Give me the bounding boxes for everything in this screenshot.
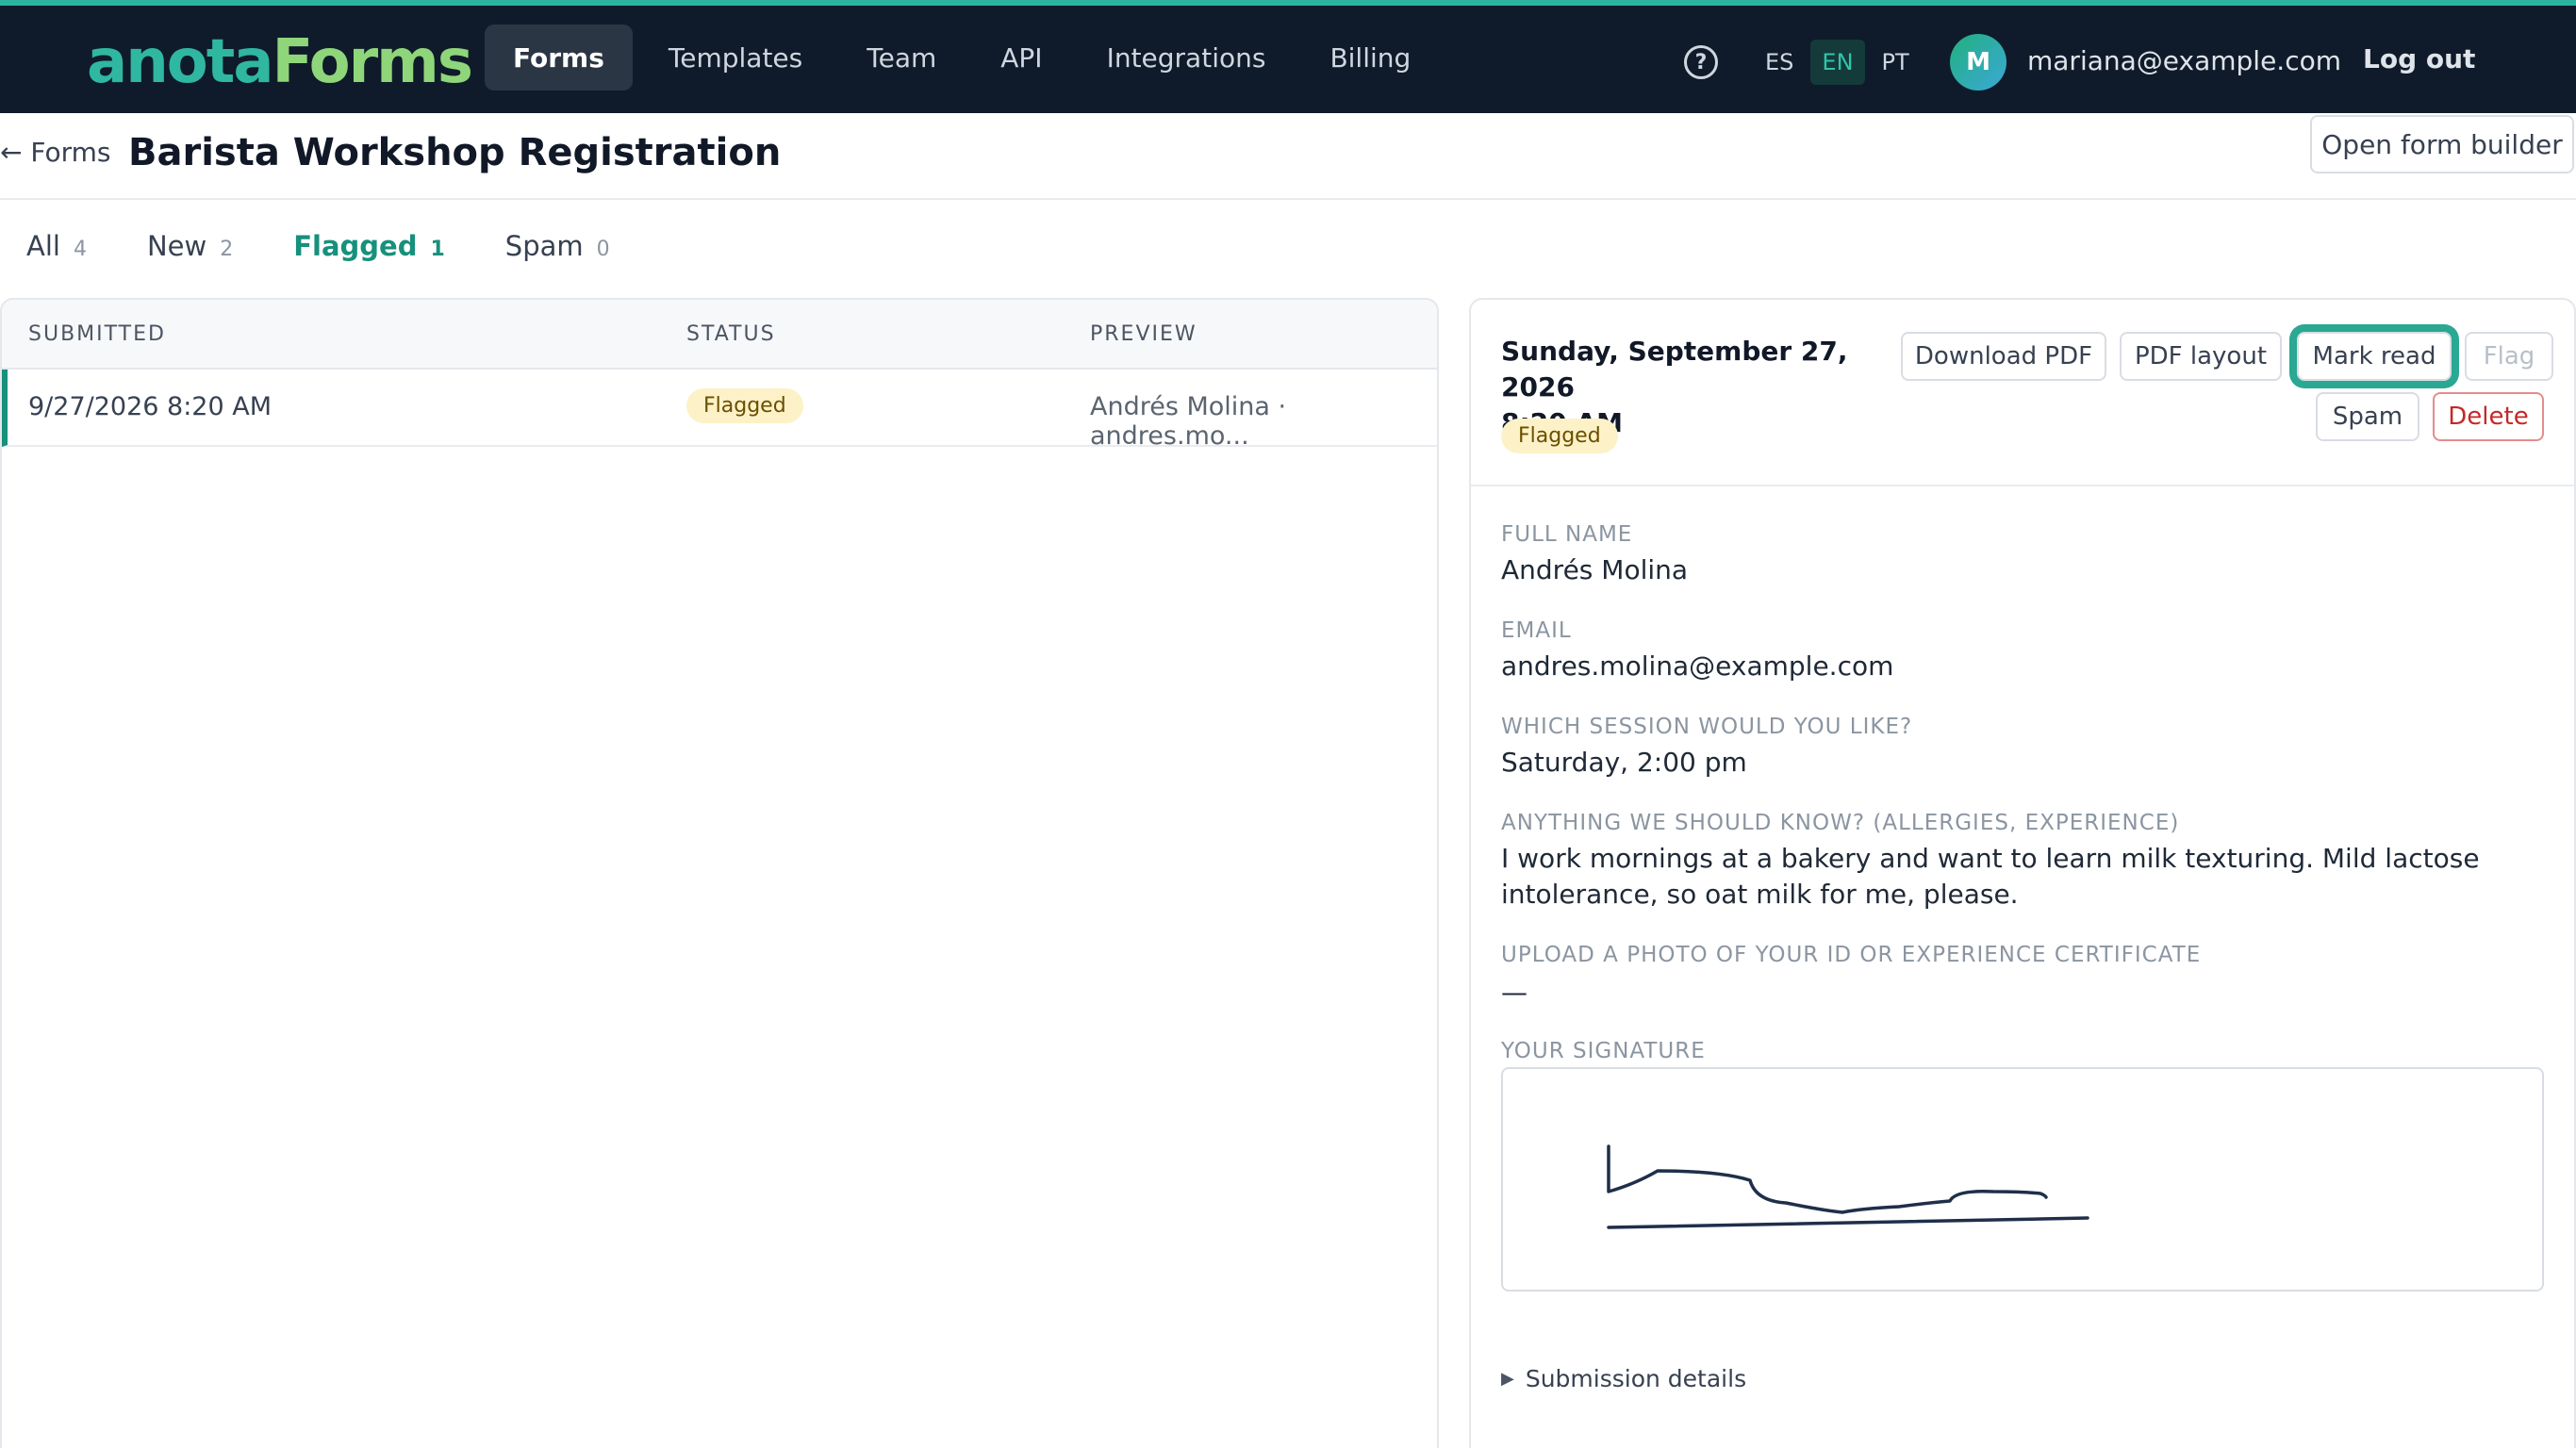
status-badge: Flagged: [1501, 419, 1618, 453]
tab-label: Spam: [504, 230, 584, 262]
language-switcher: ES EN PT: [1754, 40, 1921, 85]
status-badge: Flagged: [686, 388, 803, 423]
tab-label: New: [146, 230, 207, 262]
filter-tabs: All 4 New 2 Flagged 1 Spam 0: [26, 230, 610, 262]
download-pdf-button[interactable]: Download PDF: [1901, 332, 2106, 381]
flag-button[interactable]: Flag: [2465, 332, 2553, 381]
preview-cell: Andrés Molina · andres.mo...: [1090, 392, 1287, 451]
field-label-signature: YOUR SIGNATURE: [1501, 1039, 1706, 1063]
nav-billing[interactable]: Billing: [1301, 25, 1439, 90]
nav-api[interactable]: API: [972, 25, 1070, 90]
delete-button[interactable]: Delete: [2433, 392, 2544, 441]
disclosure-triangle-icon: ▶: [1501, 1369, 1514, 1389]
tab-label: All: [26, 230, 60, 262]
avatar[interactable]: M: [1950, 34, 2006, 90]
submission-detail-panel: Sunday, September 27, 2026 8:20 AM Flagg…: [1469, 298, 2576, 1448]
tab-count: 1: [430, 238, 445, 261]
submission-details-toggle[interactable]: ▶ Submission details: [1501, 1365, 1746, 1392]
user-email: mariana@example.com: [2027, 45, 2342, 76]
table-header: SUBMITTED STATUS PREVIEW: [2, 300, 1437, 370]
column-preview[interactable]: PREVIEW: [1090, 322, 1197, 346]
detail-status: Flagged: [1501, 419, 1618, 453]
logout-button[interactable]: Log out: [2363, 43, 2475, 74]
lang-pt[interactable]: PT: [1871, 40, 1921, 85]
signature-box: [1501, 1067, 2544, 1292]
field-label-session: WHICH SESSION WOULD YOU LIKE?: [1501, 715, 1913, 739]
field-value-full-name: Andrés Molina: [1501, 554, 1689, 585]
pdf-layout-button[interactable]: PDF layout: [2120, 332, 2282, 381]
field-value-upload: —: [1501, 977, 1527, 1008]
nav-templates[interactable]: Templates: [640, 25, 831, 90]
question-circle-icon[interactable]: ?: [1684, 45, 1718, 79]
field-value-session: Saturday, 2:00 pm: [1501, 747, 1747, 778]
tab-all[interactable]: All 4: [26, 230, 87, 262]
nav-team[interactable]: Team: [838, 25, 965, 90]
brand-logo-part2: Forms: [272, 27, 473, 97]
submitted-cell: 9/27/2026 8:20 AM: [28, 392, 272, 421]
tab-count: 0: [596, 238, 610, 261]
lang-en[interactable]: EN: [1810, 40, 1865, 85]
tab-count: 2: [220, 238, 234, 261]
divider: [1471, 485, 2574, 486]
table-row[interactable]: 9/27/2026 8:20 AM Flagged Andrés Molina …: [2, 370, 1437, 451]
nav-forms[interactable]: Forms: [485, 25, 633, 90]
field-value-email: andres.molina@example.com: [1501, 650, 1894, 682]
page-title: Barista Workshop Registration: [128, 131, 782, 174]
nav-integrations[interactable]: Integrations: [1079, 25, 1295, 90]
submission-date-day: Sunday, September 27, 2026: [1501, 336, 1848, 403]
brand-logo-part1: anota: [87, 27, 273, 97]
tab-spam[interactable]: Spam 0: [505, 230, 610, 262]
field-label-notes: ANYTHING WE SHOULD KNOW? (ALLERGIES, EXP…: [1501, 811, 2180, 835]
field-value-notes: I work mornings at a bakery and want to …: [1501, 843, 2480, 910]
tab-label: Flagged: [293, 230, 418, 262]
submission-details-label: Submission details: [1525, 1365, 1747, 1392]
field-label-upload: UPLOAD A PHOTO OF YOUR ID OR EXPERIENCE …: [1501, 943, 2202, 967]
column-submitted[interactable]: SUBMITTED: [28, 322, 166, 346]
field-label-full-name: FULL NAME: [1501, 522, 1633, 547]
status-cell: Flagged: [686, 388, 803, 423]
back-to-forms-link[interactable]: ← Forms: [0, 134, 110, 172]
column-status[interactable]: STATUS: [686, 322, 776, 346]
tab-flagged[interactable]: Flagged 1: [293, 230, 445, 262]
submissions-table: SUBMITTED STATUS PREVIEW 9/27/2026 8:20 …: [0, 298, 1439, 1448]
spam-button[interactable]: Spam: [2316, 392, 2419, 441]
signature-drawing: [1607, 1144, 2089, 1229]
lang-es[interactable]: ES: [1754, 40, 1805, 85]
tab-count: 4: [73, 238, 87, 261]
page-header: ← Forms Barista Workshop Registration Op…: [0, 113, 2576, 200]
tab-new[interactable]: New 2: [147, 230, 233, 262]
top-navigation-bar: anotaForms Forms Templates Team API Inte…: [0, 0, 2576, 113]
main-nav: Forms Templates Team API Integrations Bi…: [485, 25, 1439, 90]
field-label-email: EMAIL: [1501, 618, 1572, 643]
brand-logo[interactable]: anotaForms: [87, 25, 473, 100]
open-form-builder-button[interactable]: Open form builder: [2310, 115, 2574, 173]
mark-read-button[interactable]: Mark read: [2297, 332, 2452, 381]
